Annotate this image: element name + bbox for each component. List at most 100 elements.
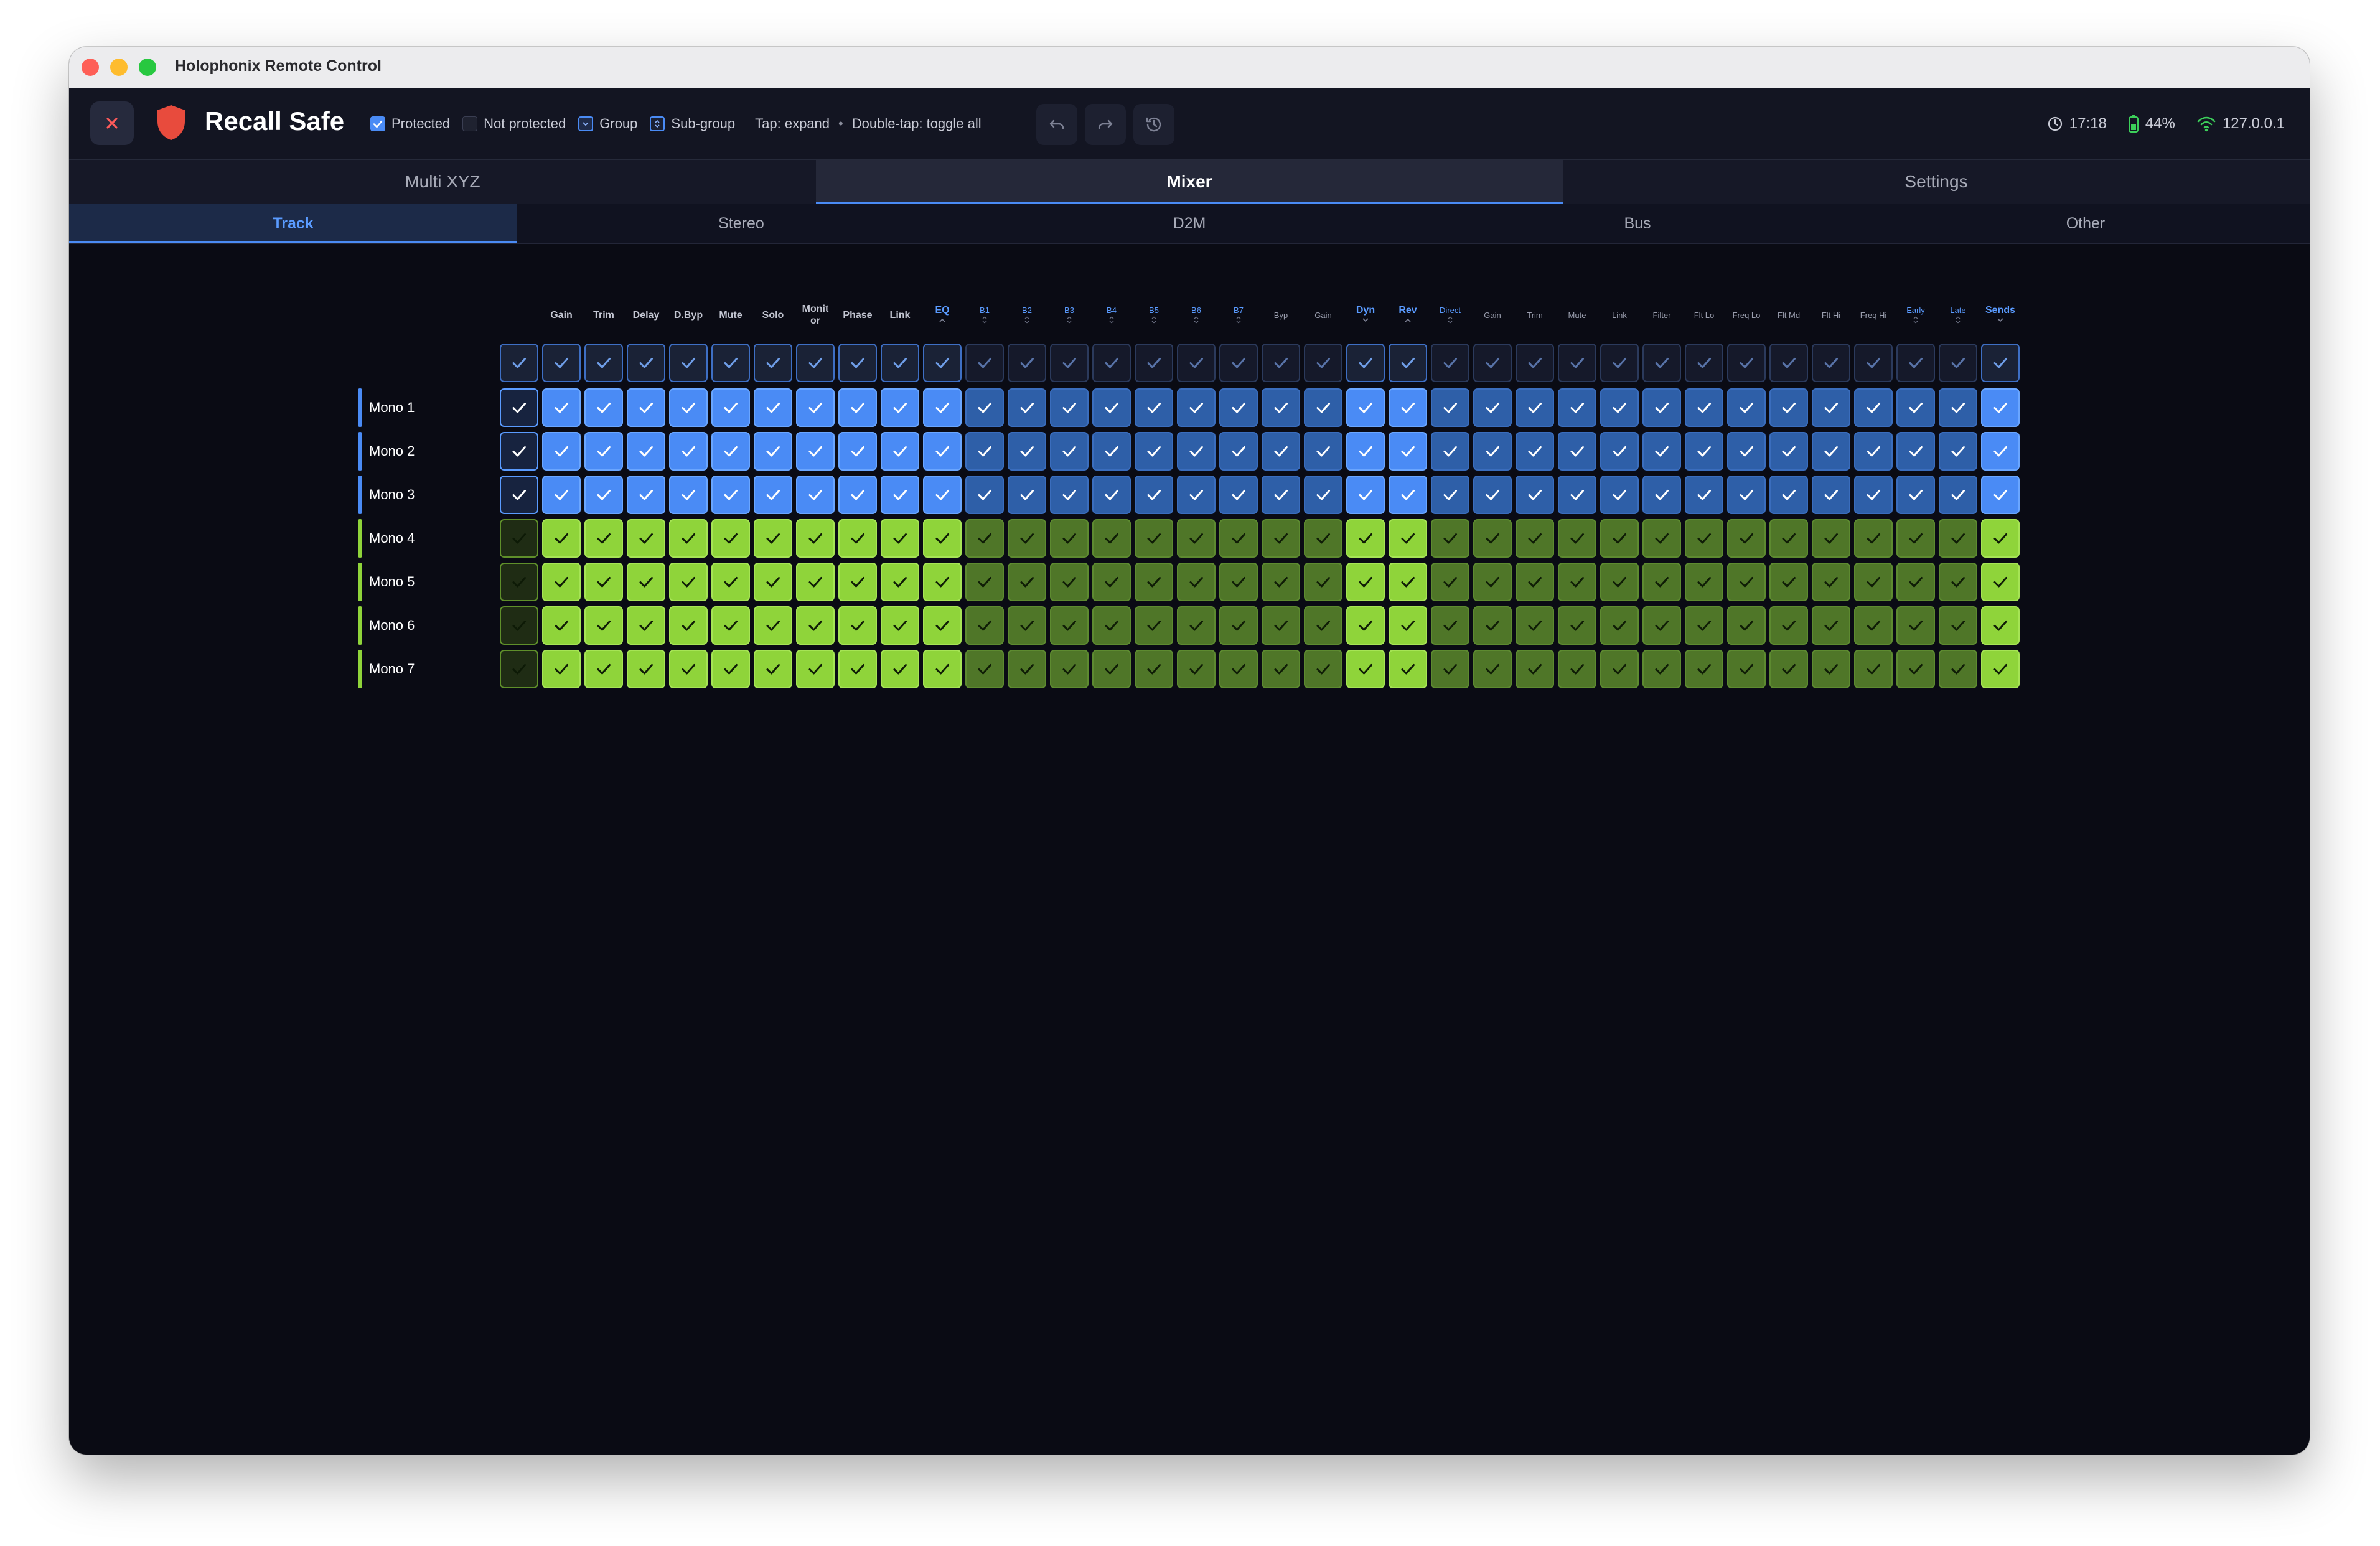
protect-checkbox[interactable] <box>1558 606 1596 645</box>
column-header[interactable]: Flt Hi <box>1810 309 1852 321</box>
column-header[interactable]: Link <box>1598 309 1641 321</box>
protect-checkbox[interactable] <box>965 432 1004 471</box>
protect-checkbox[interactable] <box>1685 606 1723 645</box>
protect-checkbox[interactable] <box>1769 476 1808 514</box>
toggle-all-column-cell[interactable] <box>1939 344 1977 382</box>
protect-checkbox[interactable] <box>1854 388 1893 427</box>
protect-checkbox[interactable] <box>1304 432 1342 471</box>
protect-checkbox[interactable] <box>1135 606 1173 645</box>
protect-checkbox[interactable] <box>923 650 962 688</box>
protect-checkbox[interactable] <box>796 432 835 471</box>
toggle-all-column-cell[interactable] <box>500 344 538 382</box>
toggle-all-column-cell[interactable] <box>711 344 750 382</box>
protect-checkbox[interactable] <box>1177 606 1216 645</box>
protect-checkbox[interactable] <box>838 432 877 471</box>
protect-checkbox[interactable] <box>881 388 919 427</box>
protect-checkbox[interactable] <box>711 388 750 427</box>
protect-checkbox[interactable] <box>1727 650 1766 688</box>
protect-checkbox[interactable] <box>838 650 877 688</box>
protect-checkbox[interactable] <box>1685 388 1723 427</box>
protect-checkbox[interactable] <box>542 563 581 601</box>
protect-checkbox[interactable] <box>1473 476 1512 514</box>
protect-checkbox[interactable] <box>1600 388 1639 427</box>
protect-checkbox[interactable] <box>1262 563 1300 601</box>
protect-checkbox[interactable] <box>754 650 792 688</box>
column-header[interactable]: B4 <box>1090 304 1133 325</box>
protect-checkbox[interactable] <box>796 476 835 514</box>
protect-checkbox[interactable] <box>754 476 792 514</box>
protect-checkbox[interactable] <box>754 519 792 558</box>
protect-checkbox[interactable] <box>1219 650 1258 688</box>
tab-settings[interactable]: Settings <box>1563 160 2310 204</box>
column-header[interactable]: Early <box>1895 304 1937 325</box>
protect-checkbox[interactable] <box>1177 432 1216 471</box>
protect-checkbox[interactable] <box>1769 432 1808 471</box>
protect-checkbox[interactable] <box>1516 606 1554 645</box>
track-row-label[interactable]: Mono 3 <box>358 476 451 514</box>
protect-checkbox[interactable] <box>711 476 750 514</box>
protect-checkbox[interactable] <box>584 563 623 601</box>
protect-checkbox[interactable] <box>584 606 623 645</box>
toggle-all-column-cell[interactable] <box>965 344 1004 382</box>
protect-checkbox[interactable] <box>923 432 962 471</box>
protect-checkbox[interactable] <box>1346 650 1385 688</box>
protect-checkbox[interactable] <box>1473 563 1512 601</box>
toggle-all-column-cell[interactable] <box>1516 344 1554 382</box>
protect-checkbox[interactable] <box>881 650 919 688</box>
protect-checkbox[interactable] <box>1558 519 1596 558</box>
protect-checkbox[interactable] <box>1812 388 1850 427</box>
toggle-all-column-cell[interactable] <box>1642 344 1681 382</box>
protect-checkbox[interactable] <box>627 388 665 427</box>
protect-checkbox[interactable] <box>711 432 750 471</box>
protect-checkbox[interactable] <box>1304 650 1342 688</box>
column-header[interactable]: Late <box>1937 304 1979 325</box>
protect-checkbox[interactable] <box>1304 563 1342 601</box>
toggle-all-column-cell[interactable] <box>1812 344 1850 382</box>
protect-checkbox[interactable] <box>542 388 581 427</box>
toggle-all-column-cell[interactable] <box>1219 344 1258 382</box>
protect-checkbox[interactable] <box>627 606 665 645</box>
protect-checkbox[interactable] <box>1431 606 1469 645</box>
protect-checkbox[interactable] <box>1092 563 1131 601</box>
protect-checkbox[interactable] <box>1769 563 1808 601</box>
protect-checkbox[interactable] <box>1516 476 1554 514</box>
protect-checkbox[interactable] <box>881 606 919 645</box>
toggle-all-column-cell[interactable] <box>838 344 877 382</box>
toggle-all-column-cell[interactable] <box>1600 344 1639 382</box>
protect-checkbox[interactable] <box>669 563 708 601</box>
protect-checkbox[interactable] <box>1177 563 1216 601</box>
protect-checkbox[interactable] <box>1516 650 1554 688</box>
protect-checkbox[interactable] <box>1854 432 1893 471</box>
protect-checkbox[interactable] <box>796 563 835 601</box>
protect-checkbox[interactable] <box>1896 432 1935 471</box>
protect-checkbox[interactable] <box>1092 519 1131 558</box>
toggle-all-column-cell[interactable] <box>1981 344 2020 382</box>
protect-checkbox[interactable] <box>1981 388 2020 427</box>
protect-checkbox[interactable] <box>1642 519 1681 558</box>
protect-checkbox[interactable] <box>1008 432 1046 471</box>
protect-checkbox[interactable] <box>1262 650 1300 688</box>
protect-checkbox[interactable] <box>1727 519 1766 558</box>
protect-checkbox[interactable] <box>1812 432 1850 471</box>
protect-checkbox[interactable] <box>1642 563 1681 601</box>
protect-checkbox[interactable] <box>1219 476 1258 514</box>
protect-checkbox[interactable] <box>1304 606 1342 645</box>
protect-checkbox[interactable] <box>1600 432 1639 471</box>
toggle-all-column-cell[interactable] <box>1685 344 1723 382</box>
protect-checkbox[interactable] <box>838 388 877 427</box>
row-toggle-all-cell[interactable] <box>500 388 538 427</box>
protect-checkbox[interactable] <box>1262 432 1300 471</box>
protect-checkbox[interactable] <box>1135 476 1173 514</box>
toggle-all-column-cell[interactable] <box>1008 344 1046 382</box>
tab-mixer[interactable]: Mixer <box>816 160 1563 204</box>
protect-checkbox[interactable] <box>1092 606 1131 645</box>
protect-checkbox[interactable] <box>1981 563 2020 601</box>
protect-checkbox[interactable] <box>1092 476 1131 514</box>
protect-checkbox[interactable] <box>838 519 877 558</box>
toggle-all-column-cell[interactable] <box>881 344 919 382</box>
protect-checkbox[interactable] <box>1008 388 1046 427</box>
toggle-all-column-cell[interactable] <box>1262 344 1300 382</box>
protect-checkbox[interactable] <box>711 519 750 558</box>
protect-checkbox[interactable] <box>796 606 835 645</box>
column-header[interactable]: Sends <box>1979 304 2022 324</box>
